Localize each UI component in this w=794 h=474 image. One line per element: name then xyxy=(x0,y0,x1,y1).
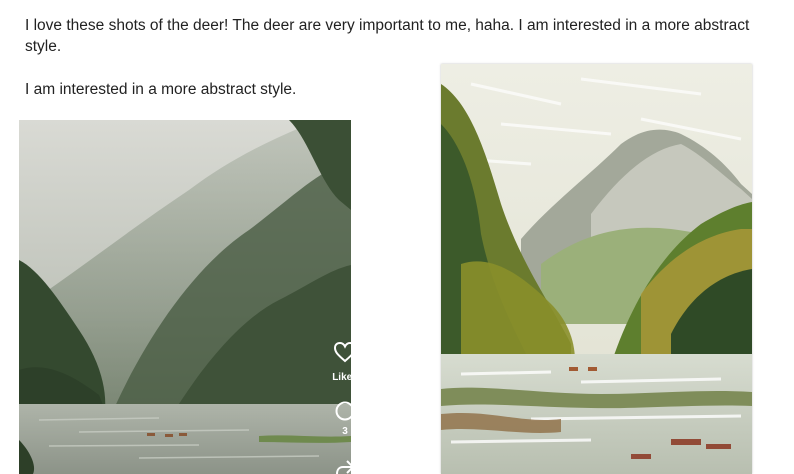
likes-label: Likes xyxy=(332,372,351,383)
impasto-landscape-image xyxy=(441,64,752,474)
share-icon xyxy=(336,460,351,474)
message-paragraph-2: I am interested in a more abstract style… xyxy=(25,81,297,98)
message-paragraph-1: I love these shots of the deer! The deer… xyxy=(25,17,750,55)
share-button[interactable] xyxy=(324,458,351,474)
comment-icon xyxy=(335,401,351,421)
heart-icon xyxy=(333,341,351,363)
comment-button[interactable]: 3 xyxy=(324,400,351,437)
like-button[interactable]: Likes xyxy=(324,341,351,383)
comments-count: 3 xyxy=(342,426,348,437)
deer-river-photo[interactable]: Likes 3 xyxy=(19,120,351,474)
misty-forest-river-image xyxy=(19,120,351,474)
abstract-oil-painting[interactable] xyxy=(441,64,752,474)
